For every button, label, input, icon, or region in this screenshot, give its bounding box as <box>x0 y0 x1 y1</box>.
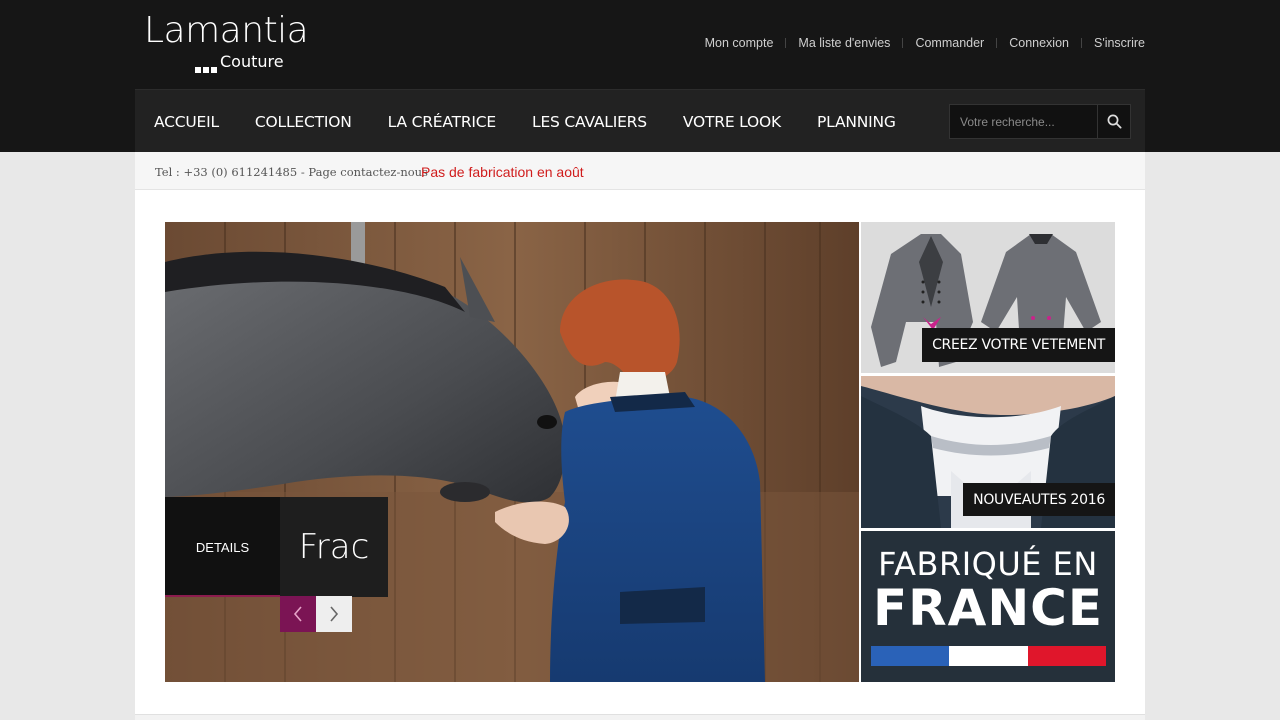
account-links: Mon compte Ma liste d'envies Commander C… <box>705 36 1145 50</box>
slider-next-button[interactable] <box>316 596 352 632</box>
slide-title: Frac <box>280 497 388 597</box>
info-bar: Tel : +33 (0) 611241485 - Page contactez… <box>135 152 1145 190</box>
new-arrivals-label: NOUVEAUTES 2016 <box>963 483 1115 516</box>
rider-with-horse-image <box>165 222 859 682</box>
login-link[interactable]: Connexion <box>1009 36 1069 50</box>
french-flag-icon <box>871 646 1106 666</box>
nav-item-home[interactable]: ACCUEIL <box>154 113 219 131</box>
main-navigation: ACCUEIL COLLECTION LA CRÉATRICE LES CAVA… <box>135 89 1145 152</box>
search-button[interactable] <box>1097 105 1130 138</box>
nav-item-riders[interactable]: LES CAVALIERS <box>532 113 647 131</box>
create-garment-label: CREEZ VOTRE VETEMENT <box>922 328 1115 362</box>
made-in-label: FABRIQUÉ EN <box>878 545 1098 583</box>
nav-item-your-look[interactable]: VOTRE LOOK <box>683 113 781 131</box>
divider <box>1080 38 1082 48</box>
wishlist-link[interactable]: Ma liste d'envies <box>798 36 890 50</box>
search-box <box>949 104 1131 139</box>
contact-phone[interactable]: Tel : +33 (0) 611241485 - Page contactez… <box>155 165 428 179</box>
made-in-france-tile[interactable]: FABRIQUÉ EN FRANCE <box>861 531 1115 682</box>
register-link[interactable]: S'inscrire <box>1094 36 1145 50</box>
search-input[interactable] <box>950 105 1098 138</box>
logo-name: Lamantia <box>144 10 309 51</box>
content-bottom <box>135 714 1145 720</box>
nav-item-planning[interactable]: PLANNING <box>817 113 896 131</box>
closure-notice: Pas de fabrication en août <box>421 164 584 180</box>
checkout-link[interactable]: Commander <box>915 36 984 50</box>
search-icon <box>1107 114 1122 129</box>
divider <box>785 38 787 48</box>
hero-slider-image[interactable] <box>165 222 859 682</box>
details-accent-bar <box>165 595 280 597</box>
nav-item-collection[interactable]: COLLECTION <box>255 113 352 131</box>
slide-details-button[interactable]: DETAILS <box>165 497 280 597</box>
slider-prev-button[interactable] <box>280 596 316 632</box>
my-account-link[interactable]: Mon compte <box>705 36 774 50</box>
site-logo[interactable]: Lamantia Couture <box>144 10 309 78</box>
divider <box>902 38 904 48</box>
logo-subtitle: Couture <box>220 52 284 71</box>
create-garment-tile[interactable]: CREEZ VOTRE VETEMENT <box>861 222 1115 373</box>
logo-dots <box>195 60 219 78</box>
chevron-left-icon <box>293 606 302 622</box>
chevron-right-icon <box>330 606 339 622</box>
france-label: FRANCE <box>872 579 1104 637</box>
nav-item-designer[interactable]: LA CRÉATRICE <box>388 113 497 131</box>
new-arrivals-tile[interactable]: NOUVEAUTES 2016 <box>861 376 1115 528</box>
divider <box>996 38 998 48</box>
